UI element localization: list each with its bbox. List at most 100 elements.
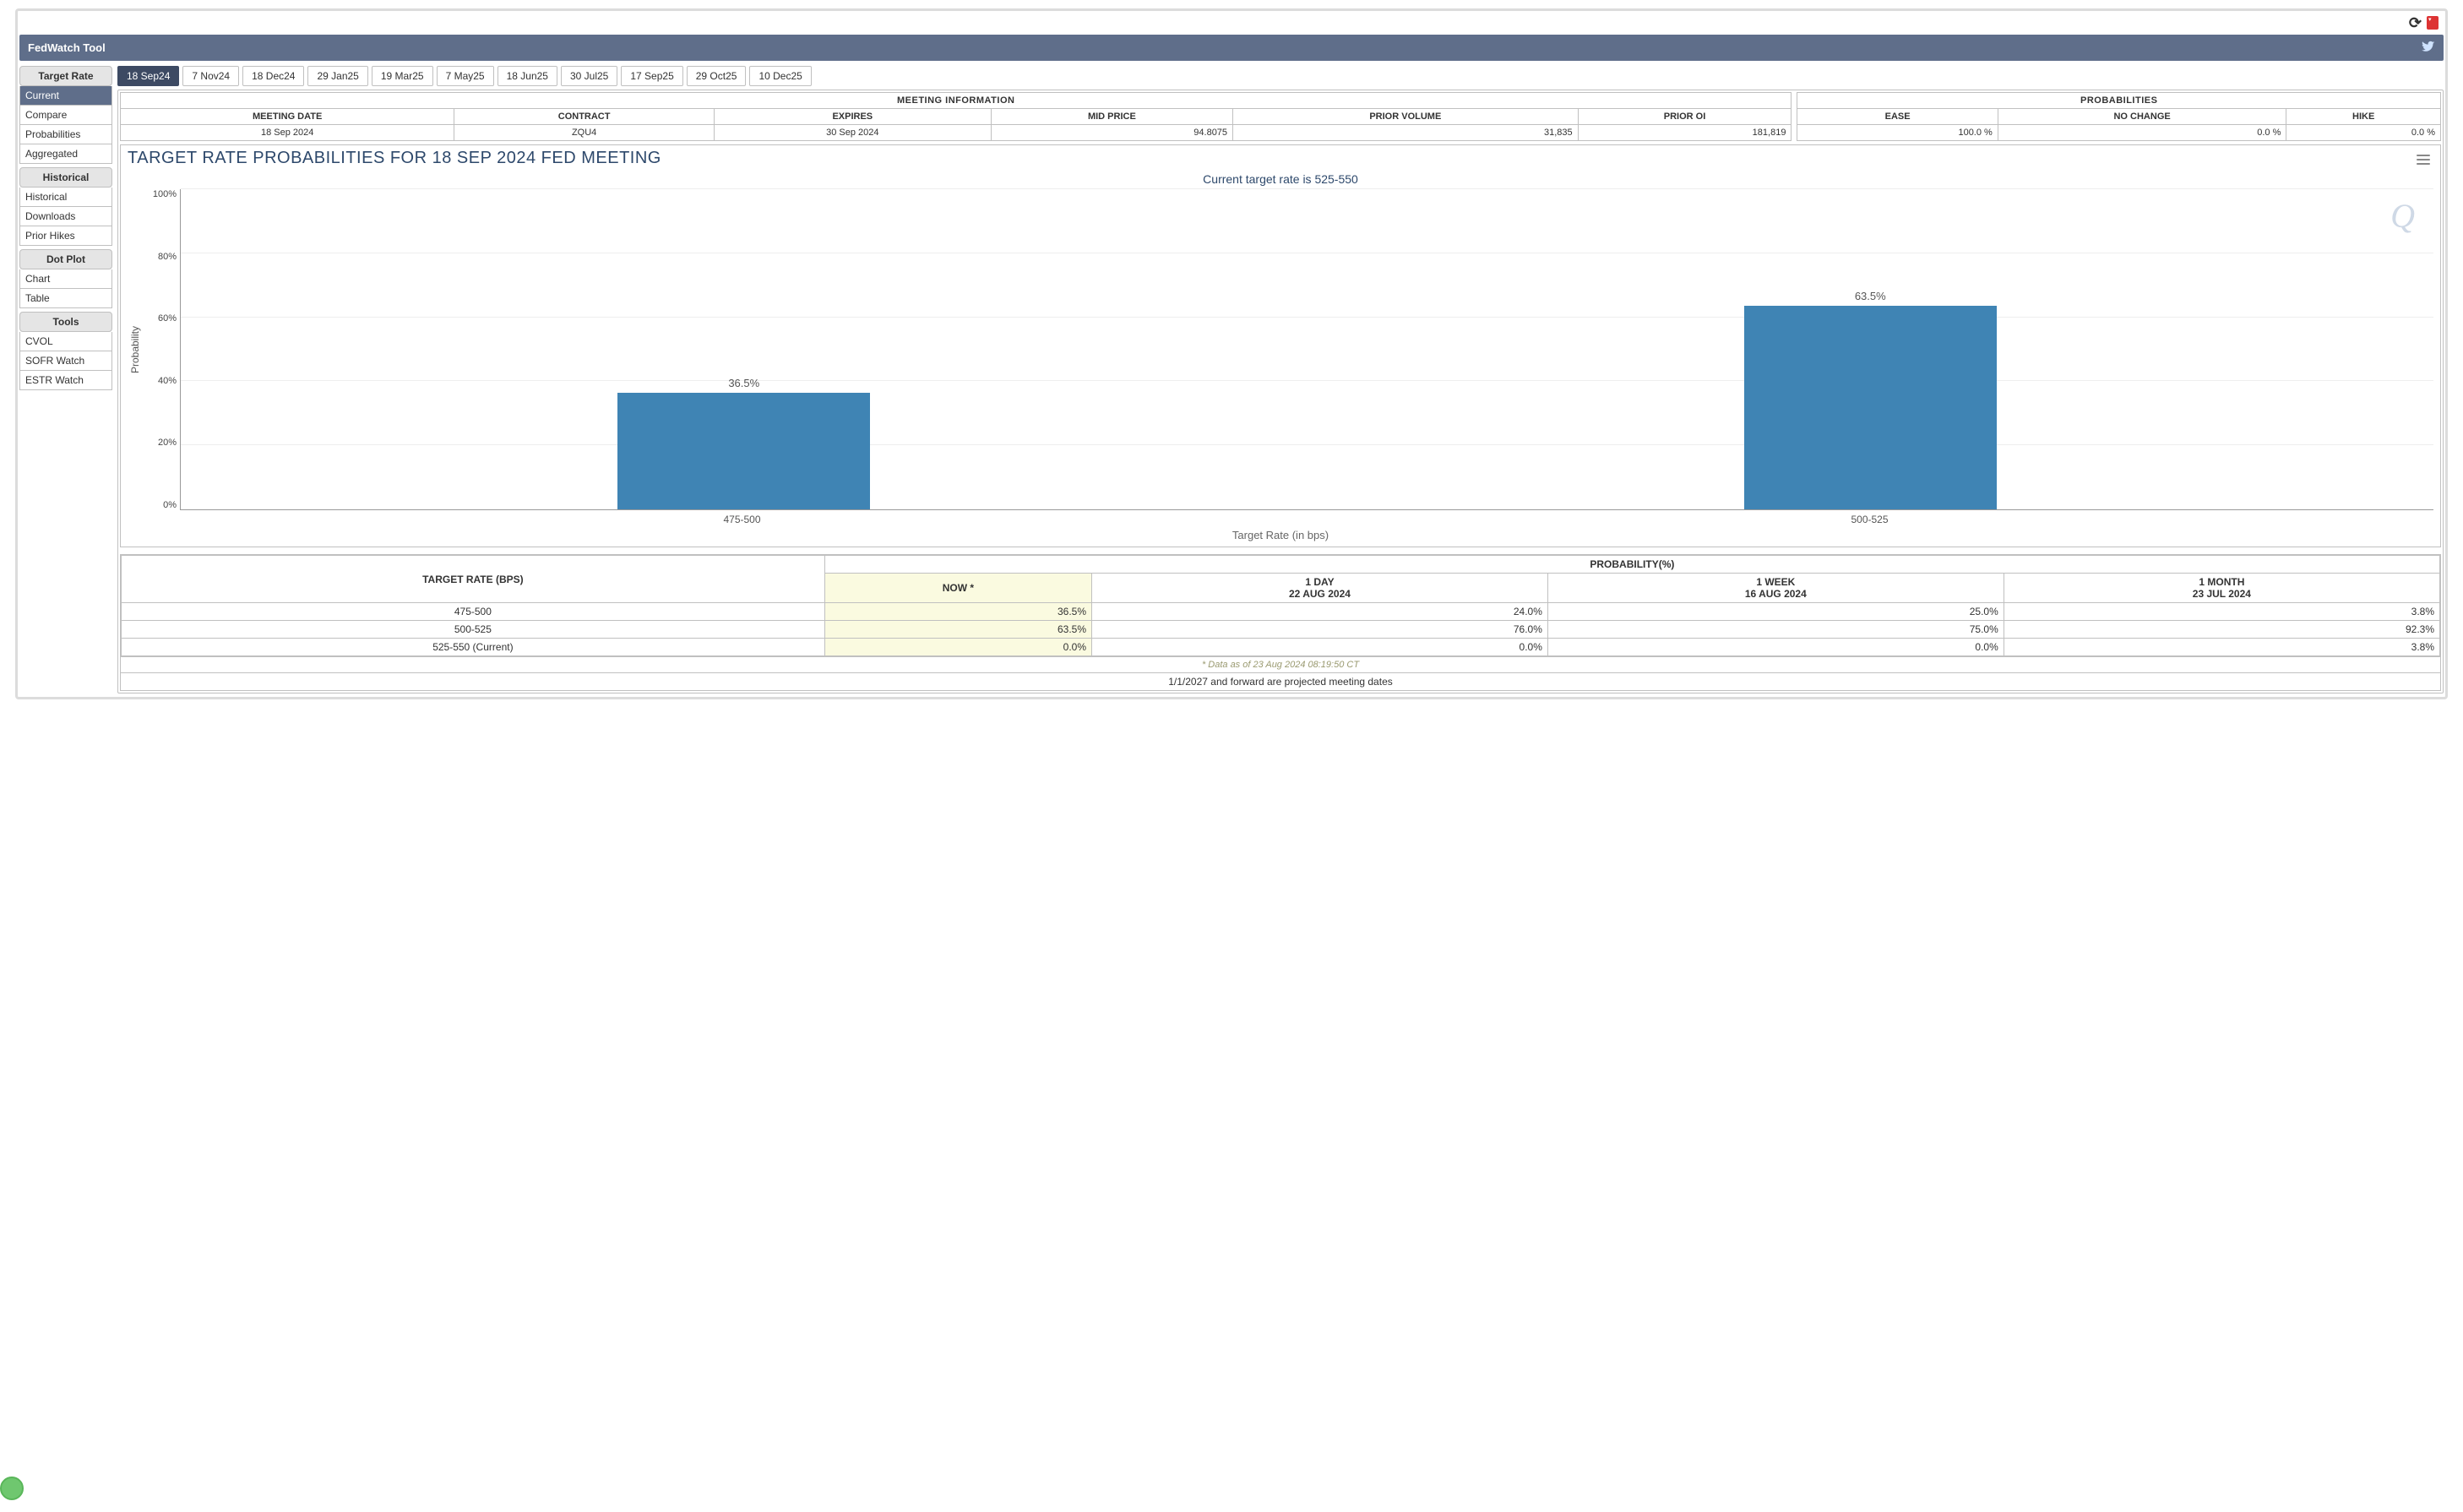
bar-value-label: 36.5% [728,377,759,389]
twitter-icon[interactable] [2422,40,2435,56]
prob-cell: 63.5% [824,621,1091,639]
content: 18 Sep247 Nov2418 Dec2429 Jan2519 Mar257… [117,66,2444,693]
prob-cell: 0.0% [1092,639,1548,656]
bar-wrap: 63.5% [1713,189,2028,509]
meeting-header-cell: CONTRACT [454,109,715,125]
meeting-value-cell: 181,819 [1578,125,1791,141]
prob-cell: 75.0% [1547,621,2004,639]
date-tab[interactable]: 18 Jun25 [497,66,557,86]
date-tab[interactable]: 18 Sep24 [117,66,179,86]
meeting-value-cell: 31,835 [1233,125,1579,141]
meeting-info-table: MEETING DATECONTRACTEXPIRESMID PRICEPRIO… [121,109,1791,140]
sidebar-item-downloads[interactable]: Downloads [19,207,112,226]
chart-subtitle: Current target rate is 525-550 [128,172,2433,186]
pdf-icon[interactable]: ▾ [2427,16,2439,30]
chart-menu-icon[interactable] [2413,149,2433,171]
date-tab[interactable]: 17 Sep25 [621,66,682,86]
sidebar-item-estr-watch[interactable]: ESTR Watch [19,371,112,390]
sidebar-item-compare[interactable]: Compare [19,106,112,125]
prob-cell: 24.0% [1092,603,1548,621]
app-frame: ⟳ ▾ FedWatch Tool Target RateCurrentComp… [15,8,2448,699]
y-axis-ticks: 0%20%40%60%80%100% [143,189,180,510]
period-header[interactable]: 1 DAY22 AUG 2024 [1092,574,1548,603]
meeting-header-cell: PRIOR OI [1578,109,1791,125]
meeting-value-cell: 18 Sep 2024 [121,125,454,141]
date-tab[interactable]: 29 Oct25 [687,66,747,86]
tool-title: FedWatch Tool [28,41,106,54]
prob-cell: 0.0% [824,639,1091,656]
prob-table: TARGET RATE (BPS)PROBABILITY(%)NOW *1 DA… [121,555,2440,656]
x-axis-label: Target Rate (in bps) [128,529,2433,541]
table-row: 525-550 (Current)0.0%0.0%0.0%3.8% [122,639,2440,656]
prob-info-box: PROBABILITIES EASENO CHANGEHIKE 100.0 %0… [1797,92,2441,141]
prob-info-title: PROBABILITIES [1797,93,2440,109]
sidebar-section-header: Target Rate [19,66,112,86]
sidebar-item-chart[interactable]: Chart [19,269,112,289]
prob-value-cell: 0.0 % [1998,125,2286,141]
prob-value-cell: 100.0 % [1797,125,1998,141]
sidebar-item-prior-hikes[interactable]: Prior Hikes [19,226,112,246]
bar[interactable] [1744,306,1997,509]
prob-cell: 0.0% [1547,639,2004,656]
prob-cell: 76.0% [1092,621,1548,639]
chart-plot: 36.5% 63.5% [180,189,2433,510]
period-header[interactable]: 1 WEEK16 AUG 2024 [1547,574,2004,603]
sidebar-item-cvol[interactable]: CVOL [19,332,112,351]
date-tab[interactable]: 19 Mar25 [372,66,433,86]
refresh-icon[interactable]: ⟳ [2409,14,2422,32]
grid-line [181,317,2433,318]
meeting-header-cell: EXPIRES [714,109,991,125]
period-header[interactable]: NOW * [824,574,1091,603]
prob-table-card: TARGET RATE (BPS)PROBABILITY(%)NOW *1 DA… [120,554,2441,691]
status-indicator-icon[interactable] [0,1477,24,1500]
grid-line [181,380,2433,381]
date-tab[interactable]: 7 Nov24 [182,66,239,86]
sidebar: Target RateCurrentCompareProbabilitiesAg… [19,66,112,693]
x-tick: 475-500 [584,514,900,525]
sidebar-section-header: Historical [19,167,112,188]
period-header[interactable]: 1 MONTH23 JUL 2024 [2004,574,2439,603]
meeting-info-box: MEETING INFORMATION MEETING DATECONTRACT… [120,92,1792,141]
prob-header-cell: HIKE [2286,109,2440,125]
date-tab[interactable]: 29 Jan25 [307,66,367,86]
date-tabs: 18 Sep247 Nov2418 Dec2429 Jan2519 Mar257… [117,66,2444,86]
y-axis-label: Probability [128,326,143,373]
prob-header-cell: EASE [1797,109,1998,125]
chart-title: TARGET RATE PROBABILITIES FOR 18 SEP 202… [128,149,661,168]
grid-line [181,188,2433,189]
bar-wrap: 36.5% [586,189,901,509]
meeting-header-cell: PRIOR VOLUME [1233,109,1579,125]
y-tick: 100% [143,189,177,199]
date-tab[interactable]: 18 Dec24 [242,66,304,86]
sidebar-item-probabilities[interactable]: Probabilities [19,125,112,144]
rate-col-header: TARGET RATE (BPS) [122,556,825,603]
y-tick: 80% [143,252,177,262]
date-tab[interactable]: 10 Dec25 [749,66,811,86]
meeting-value-cell: 30 Sep 2024 [714,125,991,141]
sidebar-item-table[interactable]: Table [19,289,112,308]
table-footnote-2: 1/1/2027 and forward are projected meeti… [121,672,2440,690]
sidebar-section-header: Dot Plot [19,249,112,269]
prob-cell: 3.8% [2004,639,2439,656]
date-tab[interactable]: 30 Jul25 [561,66,617,86]
meeting-header-cell: MID PRICE [991,109,1232,125]
sidebar-item-current[interactable]: Current [19,86,112,106]
chart-card: TARGET RATE PROBABILITIES FOR 18 SEP 202… [120,144,2441,547]
x-tick: 500-525 [1712,514,2028,525]
table-row: 500-52563.5%76.0%75.0%92.3% [122,621,2440,639]
bar[interactable] [617,393,870,509]
grid-line [181,444,2433,445]
prob-value-cell: 0.0 % [2286,125,2440,141]
sidebar-section-header: Tools [19,312,112,332]
sidebar-item-sofr-watch[interactable]: SOFR Watch [19,351,112,371]
prob-cell: 36.5% [824,603,1091,621]
rate-cell: 475-500 [122,603,825,621]
rate-cell: 500-525 [122,621,825,639]
sidebar-item-aggregated[interactable]: Aggregated [19,144,112,164]
meeting-info-title: MEETING INFORMATION [121,93,1791,109]
rate-cell: 525-550 (Current) [122,639,825,656]
x-axis-ticks: 475-500 500-525 [178,514,2433,525]
prob-group-header: PROBABILITY(%) [824,556,2439,574]
sidebar-item-historical[interactable]: Historical [19,188,112,207]
date-tab[interactable]: 7 May25 [437,66,494,86]
